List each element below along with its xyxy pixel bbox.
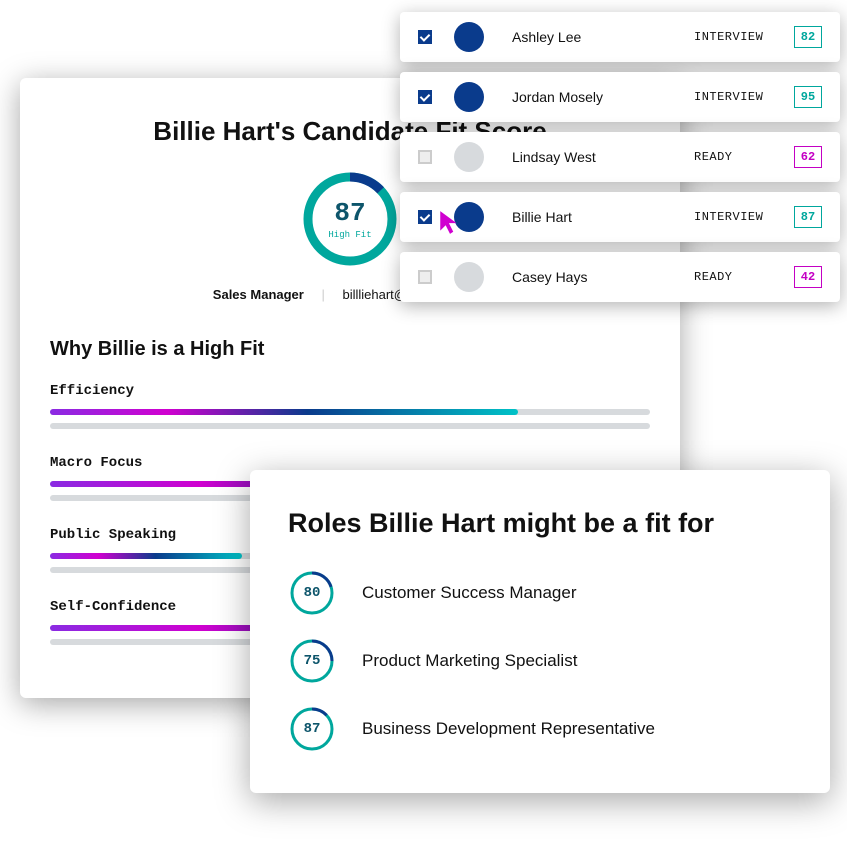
candidate-row[interactable]: Casey HaysREADY42 [400, 252, 840, 302]
trait-label: Macro Focus [50, 455, 650, 471]
candidate-status: INTERVIEW [694, 30, 794, 44]
role-score-ring: 80 [288, 569, 336, 617]
candidate-status: READY [694, 150, 794, 164]
avatar [454, 82, 484, 112]
trait-bar-fill [50, 409, 518, 415]
trait-bar-secondary [50, 423, 650, 429]
role-row[interactable]: 75 Product Marketing Specialist [288, 637, 792, 685]
candidate-score-badge: 62 [794, 146, 822, 168]
candidate-name: Billie Hart [512, 209, 694, 225]
role-score-value: 75 [288, 637, 336, 685]
candidate-score-badge: 95 [794, 86, 822, 108]
fit-score-label: High Fit [328, 230, 371, 240]
role-row[interactable]: 80 Customer Success Manager [288, 569, 792, 617]
role-score-value: 80 [288, 569, 336, 617]
candidate-row[interactable]: Billie HartINTERVIEW87 [400, 192, 840, 242]
why-heading: Why Billie is a High Fit [50, 338, 650, 361]
candidate-score-badge: 82 [794, 26, 822, 48]
candidate-list: Ashley LeeINTERVIEW82Jordan MoselyINTERV… [400, 12, 840, 312]
role-row[interactable]: 87 Business Development Representative [288, 705, 792, 753]
candidate-checkbox[interactable] [418, 270, 432, 284]
candidate-name: Ashley Lee [512, 29, 694, 45]
candidate-score-badge: 87 [794, 206, 822, 228]
role-score-ring: 75 [288, 637, 336, 685]
candidate-name: Casey Hays [512, 269, 694, 285]
role-name: Customer Success Manager [362, 583, 576, 603]
roles-card: Roles Billie Hart might be a fit for 80 C… [250, 470, 830, 793]
role-name: Business Development Representative [362, 719, 655, 739]
role-score-value: 87 [288, 705, 336, 753]
roles-title: Roles Billie Hart might be a fit for [288, 508, 792, 539]
candidate-checkbox[interactable] [418, 30, 432, 44]
candidate-name: Jordan Mosely [512, 89, 694, 105]
candidate-name: Lindsay West [512, 149, 694, 165]
fit-score-badge: 87 High Fit [300, 169, 400, 269]
trait-bar-fill [50, 553, 242, 559]
avatar [454, 22, 484, 52]
cursor-icon [437, 209, 463, 240]
profile-role: Sales Manager [213, 287, 304, 302]
avatar [454, 142, 484, 172]
candidate-row[interactable]: Jordan MoselyINTERVIEW95 [400, 72, 840, 122]
candidate-status: READY [694, 270, 794, 284]
candidate-score-badge: 42 [794, 266, 822, 288]
candidate-checkbox[interactable] [418, 210, 432, 224]
candidate-row[interactable]: Lindsay WestREADY62 [400, 132, 840, 182]
candidate-checkbox[interactable] [418, 90, 432, 104]
candidate-checkbox[interactable] [418, 150, 432, 164]
role-score-ring: 87 [288, 705, 336, 753]
candidate-status: INTERVIEW [694, 90, 794, 104]
candidate-row[interactable]: Ashley LeeINTERVIEW82 [400, 12, 840, 62]
avatar [454, 262, 484, 292]
role-name: Product Marketing Specialist [362, 651, 577, 671]
fit-score-value: 87 [334, 198, 365, 228]
candidate-status: INTERVIEW [694, 210, 794, 224]
meta-separator: | [321, 287, 324, 302]
trait-label: Efficiency [50, 383, 650, 399]
trait-bar-bg [50, 409, 650, 415]
trait-row: Efficiency [50, 383, 650, 429]
trait-bars [50, 409, 650, 429]
